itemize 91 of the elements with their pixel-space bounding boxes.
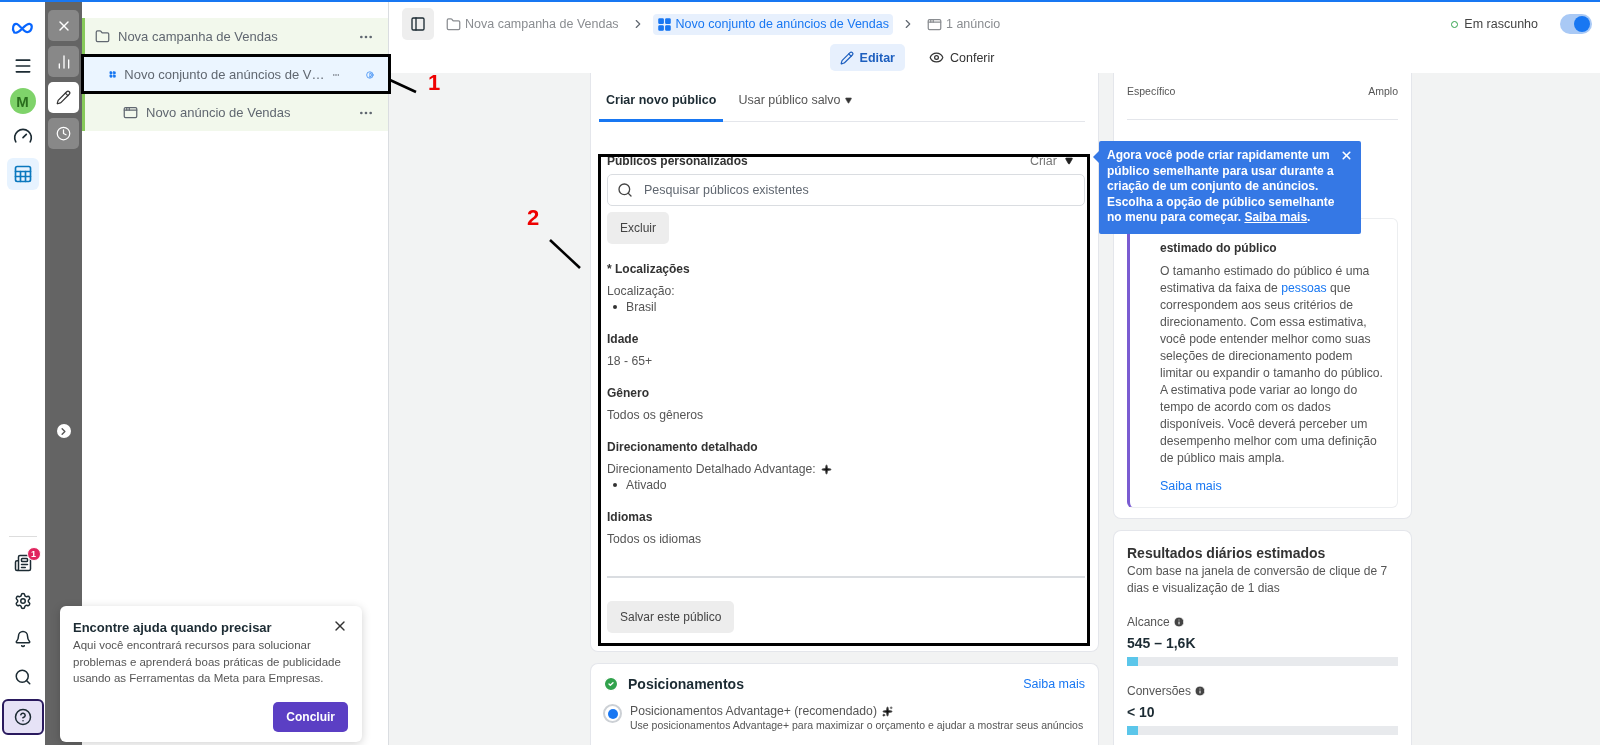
sidebar-icon (410, 16, 426, 32)
search-icon (13, 668, 32, 686)
pencil-icon (56, 90, 71, 105)
search-icon (617, 182, 633, 198)
chart-button[interactable] (48, 46, 79, 77)
option-label: Posicionamentos Advantage+ (recomendado) (630, 704, 877, 718)
help-icon (13, 708, 32, 726)
annotation-line (548, 238, 582, 270)
section-value: 18 - 65+ (607, 354, 653, 368)
caret-icon (1065, 157, 1073, 165)
metric-value: 545 – 1,6K (1127, 635, 1197, 651)
tree-item[interactable]: Novo anúncio de Vendas (82, 94, 388, 131)
tree-item-label: Nova campanha de Vendas (118, 29, 279, 44)
news-button[interactable]: 1 (6, 547, 39, 579)
save-audience-button[interactable]: Salvar este público (607, 601, 735, 633)
popup-title: Encontre ajuda quando precisar (73, 620, 272, 635)
notification-badge: 1 (26, 547, 41, 561)
audience-tab[interactable]: Usar público salvo (731, 87, 859, 122)
scale-label: Amplo (1368, 85, 1398, 97)
view-tab[interactable]: Editar (829, 44, 905, 71)
logo-icon[interactable] (10, 21, 35, 35)
close-icon (1340, 149, 1353, 162)
gauge-icon (12, 126, 33, 146)
annotation-number: 2 (527, 205, 540, 231)
bullet-icon (613, 305, 617, 309)
window-icon (926, 16, 942, 32)
history-button[interactable] (48, 118, 79, 149)
section-value: Direcionamento Detalhado Advantage: (607, 462, 816, 476)
settings-icon (13, 592, 32, 610)
section-heading: Posicionamentos (628, 676, 744, 692)
section-value: Localização: (607, 284, 675, 298)
info-icon[interactable] (1172, 616, 1185, 628)
annotation-number: 1 (428, 70, 441, 96)
breadcrumb[interactable]: 1 anúncio (922, 13, 1005, 35)
list-item: Ativado (626, 478, 667, 492)
popup-text: Aqui você encontrará recursos para solucionar problemas e aprenderá boas práticas de publicidade usando as Ferramentas da Meta para Empresas. (73, 638, 342, 686)
people-link[interactable]: pessoas (1281, 281, 1327, 295)
results-subtitle: Com base na janela de conversão de clique de 7 dias e visualização de 1 dias (1127, 563, 1389, 597)
info-icon[interactable] (1194, 685, 1207, 697)
bullet-icon (613, 483, 617, 487)
info-title: estimado do público (1160, 241, 1278, 255)
grid-icon (656, 16, 672, 32)
metric-value: < 10 (1127, 704, 1156, 720)
table-button[interactable] (6, 158, 39, 190)
list-item: Brasil (626, 300, 657, 314)
toggle-switch[interactable] (1560, 14, 1592, 34)
section-title: Idiomas (607, 510, 654, 524)
view-tab[interactable]: Conferir (919, 44, 1005, 71)
edit-button[interactable] (48, 82, 79, 113)
section-value: Todos os idiomas (607, 532, 702, 546)
section-title: Idade (607, 332, 640, 346)
learn-more-link[interactable]: Saiba mais (1023, 677, 1085, 691)
section-title: * Localizações (607, 262, 691, 276)
status-label: Em rascunho (1464, 17, 1538, 31)
sparkle-icon (820, 463, 832, 475)
metric-label: Alcance (1127, 615, 1170, 629)
breadcrumb[interactable]: Nova campanha de Vendas (442, 13, 623, 35)
option-description: Use posicionamentos Advantage+ para maximizar o orçamento e ajudar a mostrar seus anúncios (630, 719, 1084, 731)
panel-toggle-button[interactable] (402, 8, 434, 40)
folder-icon (95, 29, 110, 44)
tree-item-label: Novo anúncio de Vendas (146, 105, 292, 120)
caret-icon (844, 96, 852, 104)
results-title: Resultados diários estimados (1127, 545, 1327, 561)
breadcrumb[interactable]: Novo conjunto de anúncios de Vendas (652, 13, 893, 35)
search-field[interactable]: Pesquisar públicos existentes (607, 174, 1085, 206)
expand-button[interactable] (56, 424, 71, 438)
done-button[interactable]: Concluir (273, 702, 348, 732)
section-title: Direcionamento detalhado (607, 440, 759, 454)
chevron-right-icon (58, 425, 69, 437)
metric-label: Conversões (1127, 684, 1192, 698)
scale-label: Específico (1127, 85, 1176, 97)
annotation-line (388, 78, 418, 94)
help-button[interactable] (1, 699, 44, 735)
info-text: O tamanho estimado do público é uma estimativa da faixa de pessoas que correspondem aos seus critérios de direcionamento. Com essa estimativa, você pode entender melhor como suas seleções de direcionamento podem limitar ou expandir o tamanho do público. A estimativa pode variar ao longo do tempo de acordo com os dados disponíveis. Você deverá perceber um desempenho melhor com uma definição de público mais ampla. (1160, 263, 1384, 467)
eye-icon (929, 50, 944, 65)
pencil-icon (839, 50, 854, 65)
audience-tab[interactable]: Criar novo público (599, 87, 724, 122)
section-value: Todos os gêneros (607, 408, 704, 422)
folder-icon (446, 16, 461, 32)
tree-item-label: Novo conjunto de anúncios de V… (124, 67, 325, 82)
tree-item[interactable]: Nova campanha de Vendas (82, 18, 388, 55)
sparkle-icon (881, 705, 893, 717)
avatar[interactable]: M (9, 88, 36, 114)
exclude-button[interactable]: Excluir (607, 212, 669, 244)
clock-icon (56, 126, 71, 141)
window-icon (123, 105, 138, 120)
bell-icon (13, 630, 32, 648)
table-icon (12, 164, 33, 184)
radio-button[interactable] (603, 704, 622, 723)
section-title: Gênero (607, 386, 650, 400)
learn-more-link[interactable]: Saiba mais (1160, 479, 1387, 493)
